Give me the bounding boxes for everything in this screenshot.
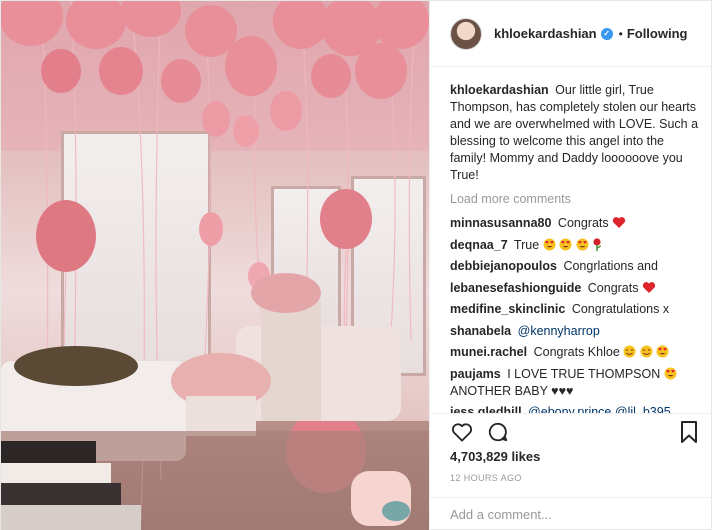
header-username[interactable]: khloekardashian	[494, 26, 597, 41]
post-caption: khloekardashian Our little girl, True Th…	[450, 82, 699, 184]
comment-username[interactable]: lebanesefashionguide	[450, 281, 581, 295]
comment-text: Congrats	[587, 280, 639, 295]
instagram-post: khloekardashian ✓ • Following khloekarda…	[0, 0, 712, 530]
likes-count[interactable]: 4,703,829 likes	[450, 449, 540, 464]
comment-username[interactable]: shanabela	[450, 324, 511, 338]
comment-item: paujams I LOVE TRUE THOMPSON ANOTHER BAB…	[450, 366, 699, 400]
comment-mention-link[interactable]: @kennyharrop	[518, 324, 600, 338]
smile-emoji-icon	[640, 345, 653, 358]
bookmark-icon[interactable]	[677, 420, 701, 444]
comment-username[interactable]: deqnaa_7	[450, 238, 508, 252]
comment-item: shanabela @kennyharrop	[450, 323, 699, 340]
comment-item: munei.rachel Congrats Khloe	[450, 344, 699, 361]
avatar[interactable]	[450, 17, 482, 50]
post-actions-bar	[430, 413, 712, 449]
comment-mention-link[interactable]: @lil_b395	[615, 405, 671, 413]
comment-text-continued: ANOTHER BABY ♥♥♥	[450, 383, 574, 398]
comment-username[interactable]: jess.gledhill	[450, 405, 522, 413]
comment-mention-link[interactable]: @ebony.prince	[528, 405, 611, 413]
comment-text: I LOVE TRUE THOMPSON	[507, 366, 661, 381]
comment-username[interactable]: munei.rachel	[450, 345, 527, 359]
add-comment-input[interactable]	[450, 507, 690, 522]
comments-list[interactable]: khloekardashian Our little girl, True Th…	[430, 68, 712, 413]
smile-emoji-icon	[623, 345, 636, 358]
heart-eyes-emoji-icon	[559, 238, 572, 250]
comment-item: debbiejanopoulos Congrlations and	[450, 258, 699, 275]
heart-outline-icon[interactable]	[450, 420, 474, 444]
post-header: khloekardashian ✓ • Following	[430, 1, 712, 67]
comment-text: Congratulations x	[571, 302, 670, 316]
verified-badge-icon: ✓	[600, 27, 613, 40]
rose-icon	[593, 237, 602, 251]
comment-username[interactable]: paujams	[450, 367, 501, 381]
caption-text: Our little girl, True Thompson, has comp…	[450, 83, 699, 182]
comment-username[interactable]: minnasusanna80	[450, 216, 551, 230]
photo-balloons	[1, 1, 429, 530]
heart-eyes-emoji-icon	[576, 238, 589, 250]
speech-bubble-icon[interactable]	[486, 420, 510, 444]
heart-eyes-emoji-icon	[664, 367, 677, 379]
comment-text: True	[513, 237, 540, 252]
heart-eyes-emoji-icon	[656, 345, 669, 358]
following-button[interactable]: Following	[627, 26, 688, 41]
comment-item: medifine_skinclinic Congratulations x	[450, 301, 699, 318]
comment-item: jess.gledhill @ebony.prince @lil_b395	[450, 404, 699, 413]
comment-text: Congrats Khloe	[533, 345, 620, 359]
red-heart-icon	[612, 217, 626, 228]
comment-text: Congrlations and	[563, 259, 658, 273]
comment-item: lebanesefashionguide Congrats	[450, 280, 699, 297]
post-timestamp[interactable]: 12 HOURS AGO	[450, 473, 522, 483]
caption-username[interactable]: khloekardashian	[450, 83, 549, 97]
add-comment-bar	[430, 497, 712, 530]
header-separator: •	[618, 26, 623, 41]
comment-username[interactable]: medifine_skinclinic	[450, 302, 565, 316]
load-more-comments-link[interactable]: Load more comments	[450, 192, 699, 206]
post-photo[interactable]	[1, 1, 429, 530]
heart-eyes-emoji-icon	[543, 238, 556, 250]
comment-item: minnasusanna80 Congrats	[450, 215, 699, 232]
red-heart-icon	[642, 281, 656, 293]
post-side-panel: khloekardashian ✓ • Following khloekarda…	[429, 1, 712, 530]
comment-item: deqnaa_7 True	[450, 237, 699, 254]
comment-username[interactable]: debbiejanopoulos	[450, 259, 557, 273]
comment-text: Congrats	[557, 216, 609, 230]
